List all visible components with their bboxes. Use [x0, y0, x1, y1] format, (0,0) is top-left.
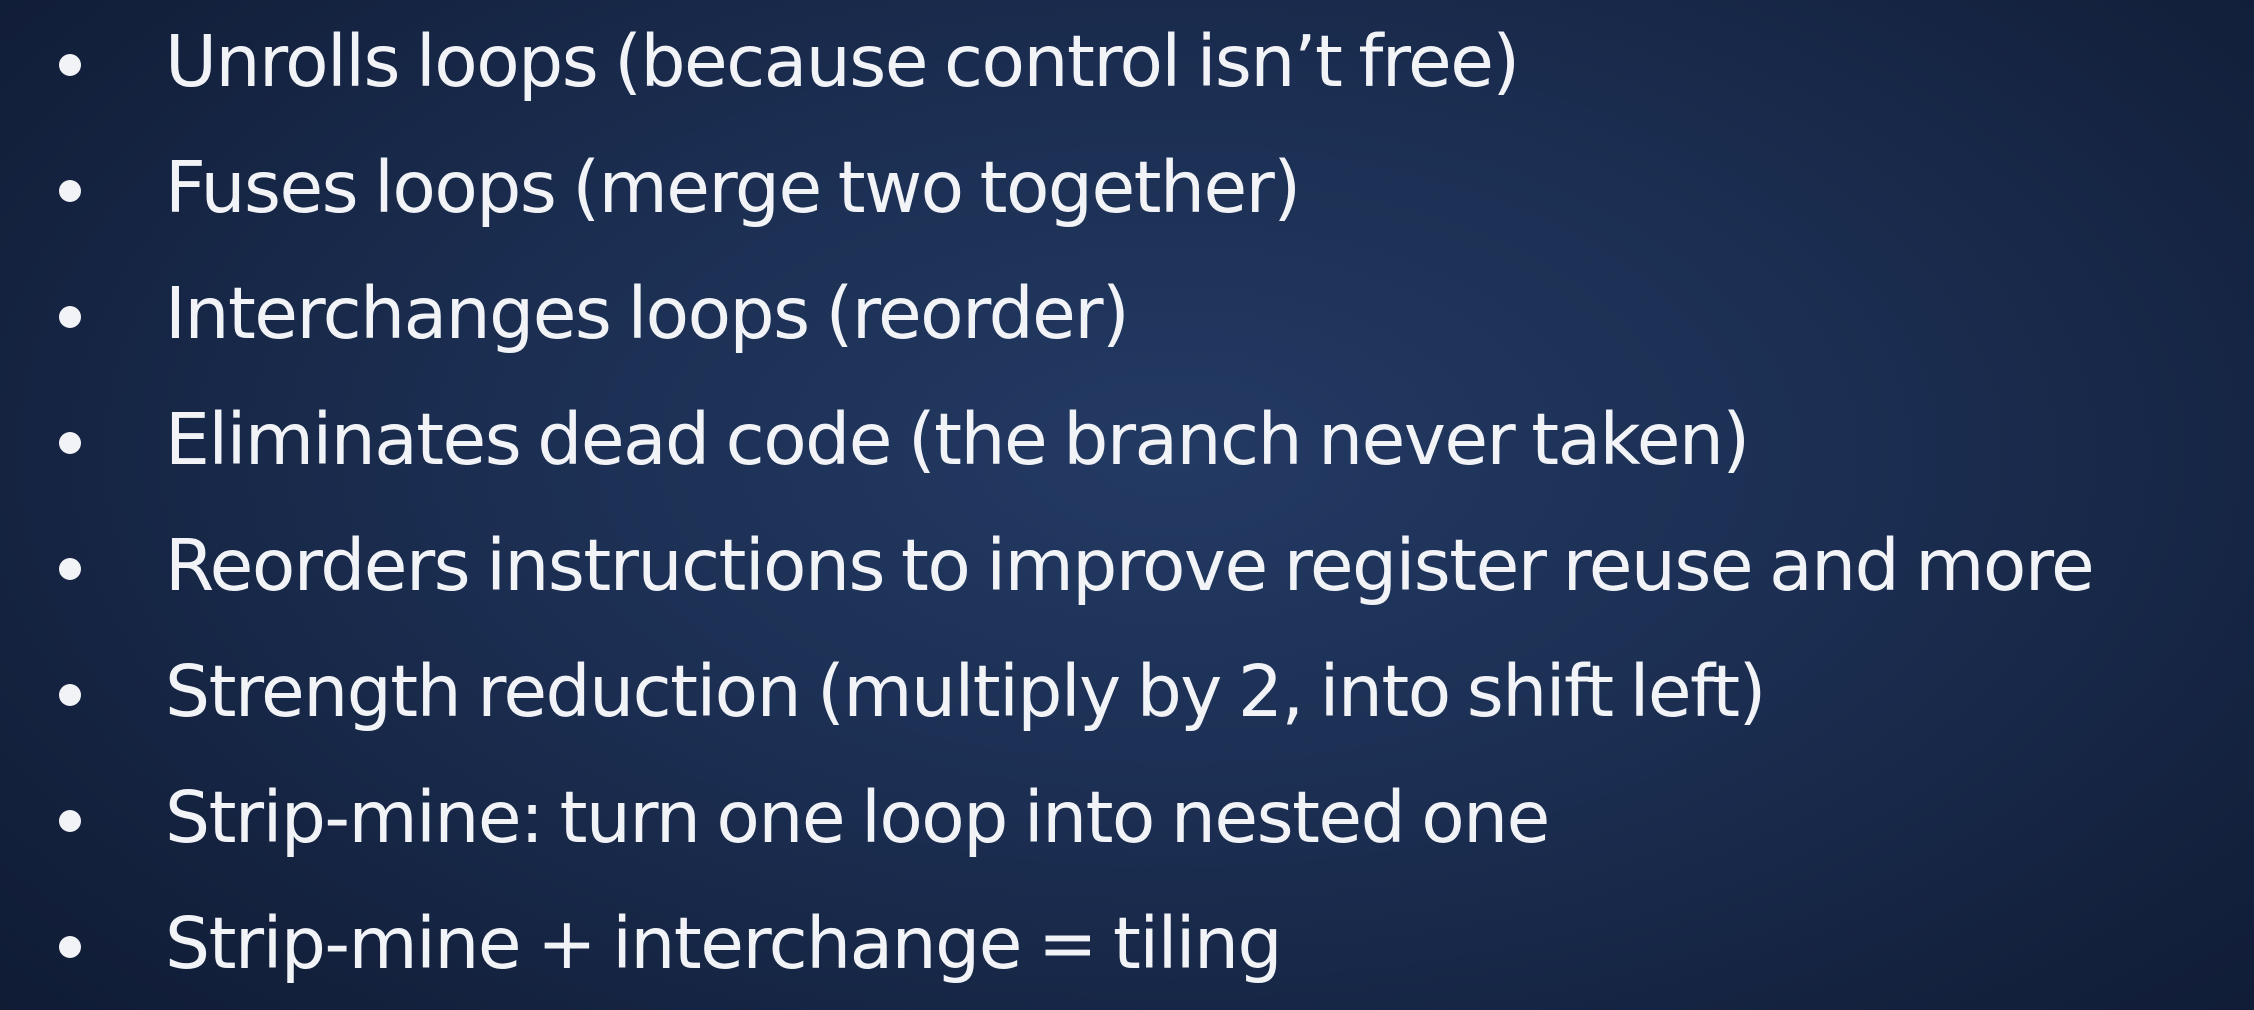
- bullet-text: Interchanges loops (reorder): [165, 272, 1130, 355]
- bullet-text: Reorders instructions to improve registe…: [165, 524, 2095, 607]
- bullet-item-strip-mine: Strip-mine: turn one loop into nested on…: [0, 768, 2254, 868]
- bullet-item-tiling: Strip-mine + interchange = tiling: [0, 894, 2254, 994]
- bullet-dot-icon: [59, 54, 81, 76]
- bullet-dot-icon: [59, 810, 81, 832]
- bullet-dot-icon: [59, 432, 81, 454]
- bullet-item-reorder-instructions: Reorders instructions to improve registe…: [0, 516, 2254, 616]
- bullet-item-strength-reduction: Strength reduction (multiply by 2, into …: [0, 642, 2254, 742]
- bullet-item-unroll-loops: Unrolls loops (because control isn’t fre…: [0, 12, 2254, 112]
- bullet-dot-icon: [59, 936, 81, 958]
- bullet-text: Strip-mine: turn one loop into nested on…: [165, 776, 1550, 859]
- bullet-item-fuse-loops: Fuses loops (merge two together): [0, 138, 2254, 238]
- bullet-item-dead-code: Eliminates dead code (the branch never t…: [0, 390, 2254, 490]
- bullet-dot-icon: [59, 558, 81, 580]
- bullet-text: Strength reduction (multiply by 2, into …: [165, 650, 1766, 733]
- bullet-item-interchange-loops: Interchanges loops (reorder): [0, 264, 2254, 364]
- bullet-text: Fuses loops (merge two together): [165, 146, 1301, 229]
- bullet-dot-icon: [59, 306, 81, 328]
- bullet-dot-icon: [59, 684, 81, 706]
- bullet-text: Eliminates dead code (the branch never t…: [165, 398, 1750, 481]
- bullet-text: Strip-mine + interchange = tiling: [165, 902, 1283, 985]
- slide: Unrolls loops (because control isn’t fre…: [0, 0, 2254, 1010]
- bullet-dot-icon: [59, 180, 81, 202]
- bullet-text: Unrolls loops (because control isn’t fre…: [165, 20, 1520, 103]
